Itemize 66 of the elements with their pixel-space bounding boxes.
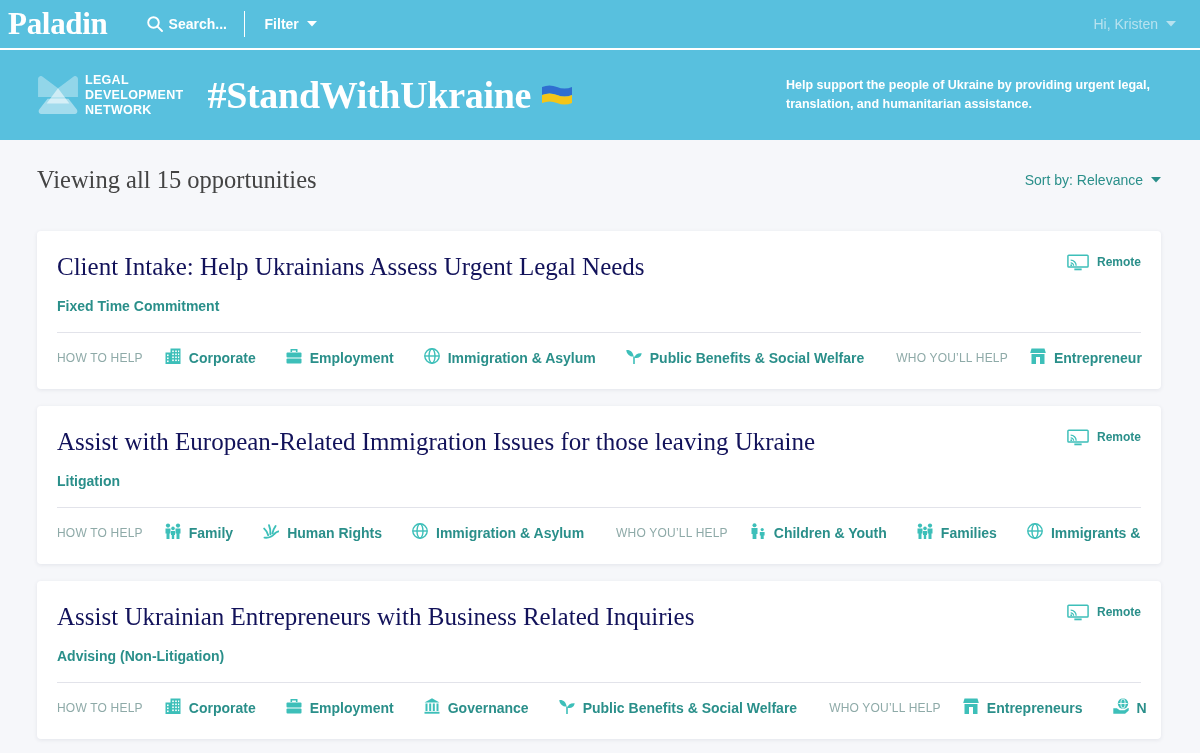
sprout-icon — [558, 698, 575, 714]
storefront-icon — [1029, 348, 1046, 364]
commitment-label: Advising (Non-Litigation) — [57, 647, 225, 665]
parent-child-icon — [749, 523, 766, 539]
hand-icon — [263, 523, 280, 539]
globe-icon — [412, 523, 429, 539]
search-field[interactable]: Search... — [168, 16, 243, 32]
tag-link[interactable]: Public Benefits & Social Welfare — [558, 696, 798, 720]
tag-link[interactable]: Families — [916, 521, 997, 545]
globe-hand-icon — [1112, 698, 1129, 714]
flag-icon — [541, 84, 574, 106]
group-label: WHO YOU’LL HELP — [616, 525, 728, 542]
briefcase-icon — [285, 698, 302, 714]
globe-icon — [423, 348, 440, 364]
tag-link[interactable]: Employment — [285, 696, 394, 720]
banner-message: Help support the people of Ukraine by providing urgent legal, translation, and humanitarian assistance. — [786, 77, 1151, 113]
tag-link[interactable]: Children & Youth — [749, 521, 887, 545]
office-building-icon — [164, 348, 181, 364]
network-logo-icon — [38, 76, 78, 114]
tag-link[interactable]: Governance — [423, 696, 529, 720]
caret-icon — [1151, 177, 1161, 183]
tag-link[interactable]: Human Rights — [263, 521, 383, 545]
search-icon — [146, 16, 163, 32]
tag-link[interactable]: Corporate — [164, 696, 256, 720]
tag-link[interactable]: Entrepreneurs — [962, 696, 1083, 720]
tag-link[interactable]: Immigration & Asylum — [423, 346, 596, 370]
results-heading: Viewing all 15 opportunities — [37, 166, 317, 194]
sprout-icon — [625, 348, 642, 364]
sort-button[interactable]: Sort by: Relevance — [1024, 172, 1161, 188]
tag-link[interactable]: Family — [164, 521, 234, 545]
group-label: HOW TO HELP — [57, 700, 143, 717]
commitment-label: Fixed Time Commitment — [57, 297, 220, 315]
logo-text[interactable]: Paladin — [8, 4, 108, 44]
storefront-icon — [962, 698, 979, 714]
group-label: HOW TO HELP — [57, 350, 143, 367]
filter-button[interactable]: Filter — [264, 16, 317, 32]
commitment-label: Litigation — [57, 472, 120, 490]
family-icon — [916, 523, 933, 539]
globe-icon — [1026, 523, 1043, 539]
briefcase-icon — [285, 348, 302, 364]
pillared-building-icon — [423, 698, 440, 714]
location-label: Remote — [1097, 604, 1141, 621]
tag-link[interactable]: Entrepreneur — [1029, 346, 1142, 370]
family-icon — [164, 523, 181, 539]
monitor-cast-icon — [1067, 428, 1089, 446]
group-label: HOW TO HELP — [57, 525, 143, 542]
tag-link[interactable]: Immigration & Asylum — [412, 521, 585, 545]
tag-link[interactable]: Corporate — [164, 346, 256, 370]
caret-icon — [306, 21, 317, 27]
tag-link[interactable]: Employment — [285, 346, 394, 370]
opportunity-title[interactable]: Assist Ukrainian Entrepreneurs with Business Related Inquiries — [57, 601, 695, 633]
tag-link[interactable]: Public Benefits & Social Welfare — [625, 346, 865, 370]
monitor-cast-icon — [1067, 603, 1089, 621]
opportunity-title[interactable]: Client Intake: Help Ukrainians Assess Urgent Legal Needs — [57, 251, 645, 283]
group-label: WHO YOU’LL HELP — [829, 700, 941, 717]
hashtag-heading: #StandWithUkraine — [207, 73, 532, 117]
monitor-cast-icon — [1067, 253, 1089, 271]
tag-link[interactable]: Immigrants & — [1026, 521, 1141, 545]
office-building-icon — [164, 698, 181, 714]
opportunity-title[interactable]: Assist with European-Related Immigration Issues for those leaving Ukraine — [57, 426, 816, 458]
location-label: Remote — [1097, 254, 1141, 271]
caret-icon — [1166, 21, 1176, 27]
group-label: WHO YOU’LL HELP — [896, 350, 1008, 367]
org-name: LEGAL DEVELOPMENT NETWORK — [85, 72, 184, 118]
tag-link[interactable]: N — [1112, 696, 1147, 720]
location-label: Remote — [1097, 429, 1141, 446]
